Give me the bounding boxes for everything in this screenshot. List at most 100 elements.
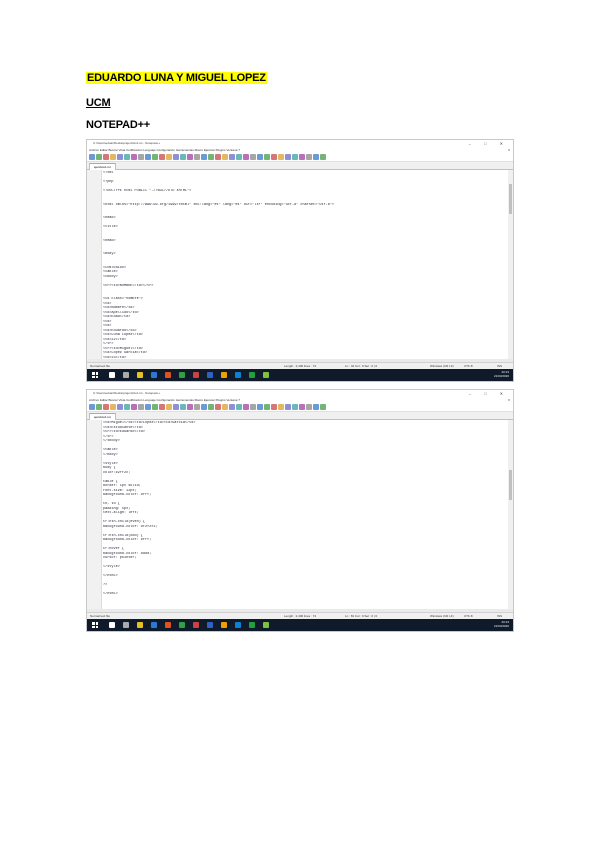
toolbar-button-icon[interactable] [215, 404, 221, 410]
taskbar-app-icon[interactable] [123, 622, 129, 628]
toolbar-button-icon[interactable] [110, 154, 116, 160]
toolbar-button-icon[interactable] [145, 404, 151, 410]
toolbar-button-icon[interactable] [236, 404, 242, 410]
toolbar-button-icon[interactable] [215, 154, 221, 160]
toolbar-button-icon[interactable] [271, 404, 277, 410]
toolbar-button-icon[interactable] [187, 154, 193, 160]
toolbar-button-icon[interactable] [131, 404, 137, 410]
editor-area[interactable]: 43<td>Miguel</td><td>Lopez</td><td>Garci… [87, 420, 513, 609]
taskbar-app-icon[interactable] [165, 622, 171, 628]
toolbar-button-icon[interactable] [299, 154, 305, 160]
toolbar-button-icon[interactable] [257, 404, 263, 410]
toolbar-button-icon[interactable] [124, 404, 130, 410]
toolbar-button-icon[interactable] [103, 154, 109, 160]
taskbar-app-icon[interactable] [165, 372, 171, 378]
toolbar-button-icon[interactable] [257, 154, 263, 160]
toolbar-button-icon[interactable] [180, 154, 186, 160]
toolbar[interactable] [87, 403, 513, 412]
menu-close-icon[interactable]: X [508, 397, 510, 403]
toolbar-button-icon[interactable] [306, 154, 312, 160]
toolbar-button-icon[interactable] [243, 154, 249, 160]
toolbar-button-icon[interactable] [180, 404, 186, 410]
toolbar-button-icon[interactable] [89, 404, 95, 410]
toolbar-button-icon[interactable] [201, 404, 207, 410]
taskbar-app-icon[interactable] [137, 372, 143, 378]
taskbar-app-icon[interactable] [207, 372, 213, 378]
taskbar-app-icon[interactable] [179, 622, 185, 628]
window-controls[interactable]: – □ ✕ [469, 140, 509, 147]
taskbar-app-icon[interactable] [263, 372, 269, 378]
toolbar-button-icon[interactable] [145, 154, 151, 160]
toolbar-button-icon[interactable] [250, 154, 256, 160]
taskbar-app-icon[interactable] [221, 622, 227, 628]
toolbar-button-icon[interactable] [159, 404, 165, 410]
toolbar-button-icon[interactable] [264, 154, 270, 160]
taskbar-app-icon[interactable] [235, 372, 241, 378]
toolbar-button-icon[interactable] [152, 404, 158, 410]
toolbar-button-icon[interactable] [264, 404, 270, 410]
taskbar-app-icon[interactable] [109, 372, 115, 378]
menu-bar[interactable]: Archivo Editar Buscar Vista Codificación… [87, 397, 513, 403]
system-tray[interactable]: 20:23 21/03/2020 [494, 620, 509, 628]
toolbar-button-icon[interactable] [271, 154, 277, 160]
vertical-scrollbar[interactable] [508, 170, 513, 359]
code-lines[interactable]: 1<?xml23<?php45<!DOCTYPE html PUBLIC "-/… [103, 171, 507, 359]
menu-bar[interactable]: Archivo Editar Buscar Vista Codificación… [87, 147, 513, 153]
taskbar-app-icon[interactable] [249, 622, 255, 628]
taskbar-app-icon[interactable] [193, 622, 199, 628]
toolbar-button-icon[interactable] [173, 404, 179, 410]
toolbar-button-icon[interactable] [187, 404, 193, 410]
toolbar-button-icon[interactable] [236, 154, 242, 160]
toolbar-button-icon[interactable] [313, 404, 319, 410]
tab-file[interactable]: ejercicio1.txt [89, 413, 116, 420]
taskbar-app-icon[interactable] [207, 622, 213, 628]
scrollbar-thumb[interactable] [509, 470, 512, 500]
toolbar-button-icon[interactable] [166, 154, 172, 160]
toolbar-button-icon[interactable] [222, 154, 228, 160]
toolbar-button-icon[interactable] [229, 404, 235, 410]
windows-start-icon[interactable] [92, 372, 98, 378]
toolbar-button-icon[interactable] [278, 404, 284, 410]
toolbar-button-icon[interactable] [208, 154, 214, 160]
toolbar-button-icon[interactable] [117, 154, 123, 160]
system-tray[interactable]: 20:23 21/03/2020 [494, 370, 509, 378]
toolbar-button-icon[interactable] [131, 154, 137, 160]
toolbar-button-icon[interactable] [96, 154, 102, 160]
toolbar-button-icon[interactable] [292, 404, 298, 410]
menu-items[interactable]: Archivo Editar Buscar Vista Codificación… [89, 148, 240, 152]
toolbar-button-icon[interactable] [89, 154, 95, 160]
window-controls[interactable]: – □ ✕ [469, 390, 509, 397]
code-line[interactable]: 81</html> [103, 592, 507, 597]
toolbar-button-icon[interactable] [285, 404, 291, 410]
taskbar-app-icon[interactable] [151, 622, 157, 628]
toolbar-button-icon[interactable] [138, 404, 144, 410]
toolbar-button-icon[interactable] [208, 404, 214, 410]
toolbar-button-icon[interactable] [96, 404, 102, 410]
scrollbar-thumb[interactable] [509, 184, 512, 214]
windows-start-icon[interactable] [92, 622, 98, 628]
taskbar-app-icon[interactable] [137, 622, 143, 628]
taskbar-app-icon[interactable] [123, 372, 129, 378]
toolbar-button-icon[interactable] [278, 154, 284, 160]
toolbar-button-icon[interactable] [222, 404, 228, 410]
taskbar-app-icon[interactable] [109, 622, 115, 628]
taskbar-app-icon[interactable] [179, 372, 185, 378]
code-lines[interactable]: 43<td>Miguel</td><td>Lopez</td><td>Garci… [103, 421, 507, 597]
toolbar[interactable] [87, 153, 513, 162]
taskbar-app-icon[interactable] [221, 372, 227, 378]
toolbar-button-icon[interactable] [229, 154, 235, 160]
editor-area[interactable]: 1<?xml23<?php45<!DOCTYPE html PUBLIC "-/… [87, 170, 513, 359]
tab-file[interactable]: ejercicio1.txt [89, 163, 116, 170]
toolbar-button-icon[interactable] [138, 154, 144, 160]
toolbar-button-icon[interactable] [299, 404, 305, 410]
taskbar-app-icon[interactable] [249, 372, 255, 378]
menu-close-icon[interactable]: X [508, 147, 510, 153]
toolbar-button-icon[interactable] [306, 404, 312, 410]
toolbar-button-icon[interactable] [103, 404, 109, 410]
toolbar-button-icon[interactable] [173, 154, 179, 160]
toolbar-button-icon[interactable] [159, 154, 165, 160]
toolbar-button-icon[interactable] [201, 154, 207, 160]
taskbar-app-icon[interactable] [193, 372, 199, 378]
toolbar-button-icon[interactable] [152, 154, 158, 160]
toolbar-button-icon[interactable] [292, 154, 298, 160]
